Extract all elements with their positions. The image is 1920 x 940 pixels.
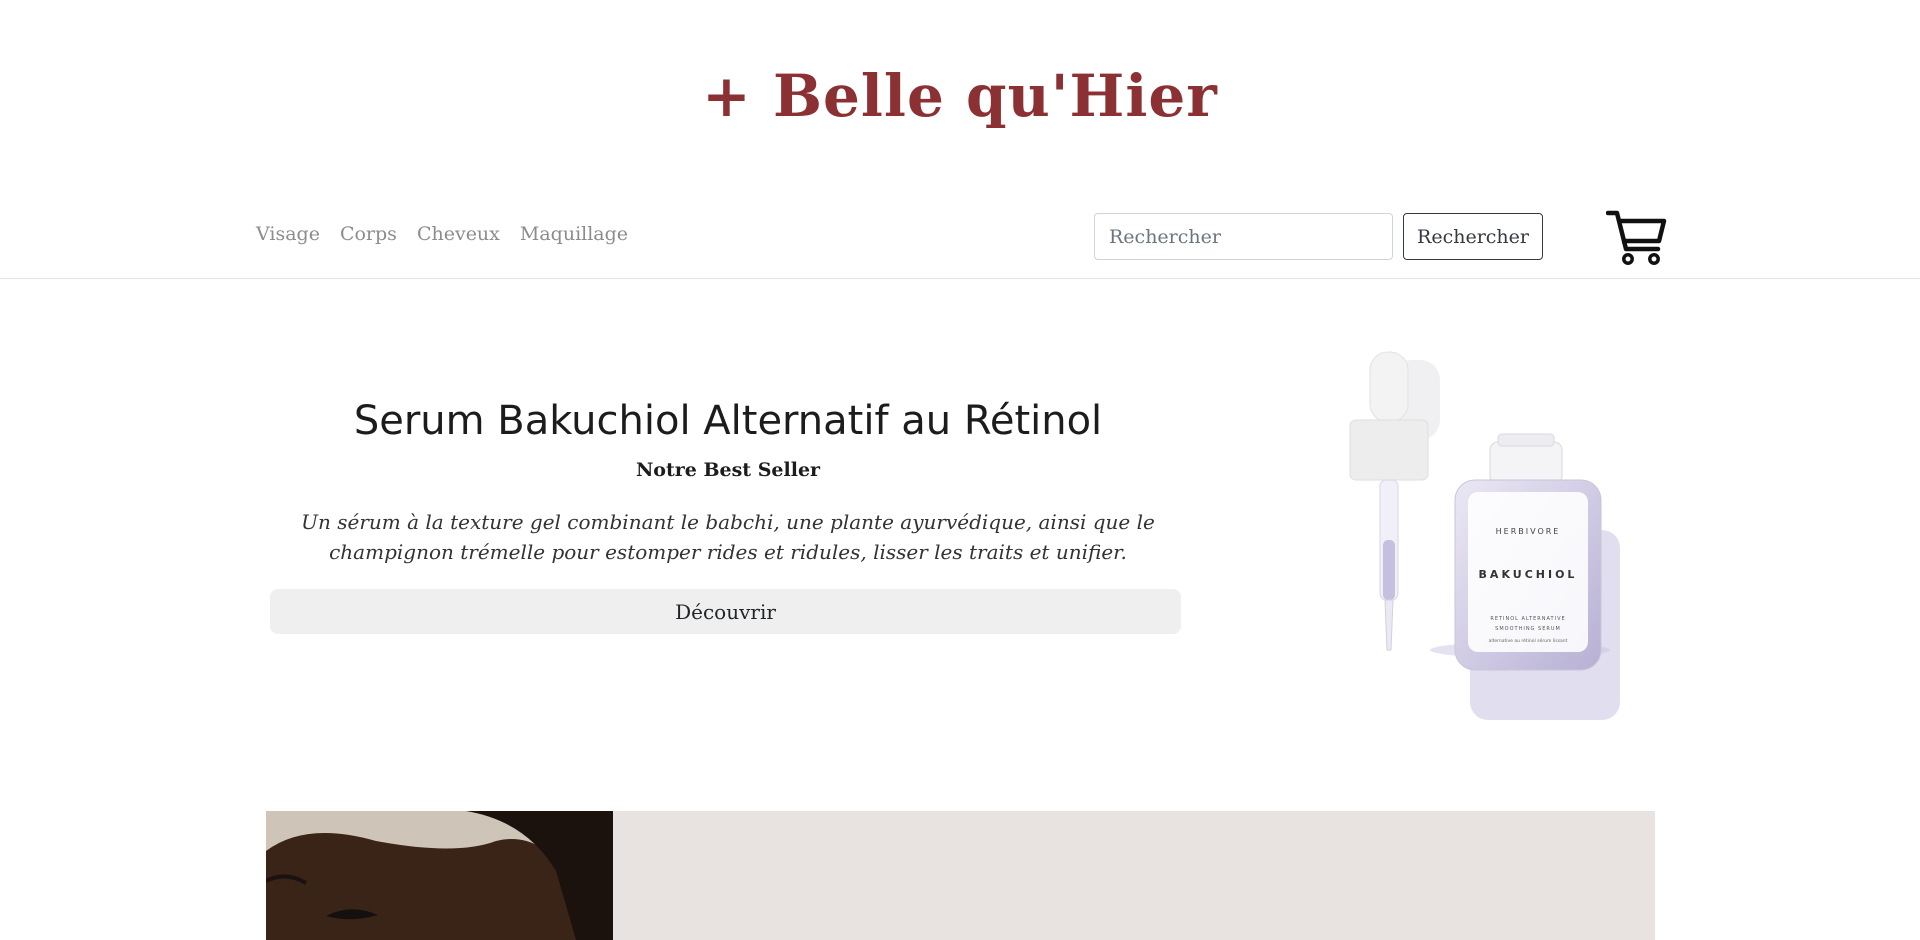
bottle-name: BAKUCHIOL xyxy=(1479,568,1578,581)
product-image: HERBIVORE BAKUCHIOL RETINOL ALTERNATIVE … xyxy=(1330,350,1650,720)
hero-description: Un sérum à la texture gel combinant le b… xyxy=(301,510,1155,564)
navbar: Visage Corps Cheveux Maquillage Recherch… xyxy=(0,205,1920,279)
search-input[interactable] xyxy=(1094,213,1393,260)
bottle-line-2: SMOOTHING SERUM xyxy=(1495,626,1561,632)
bottle-brand: HERBIVORE xyxy=(1496,527,1561,536)
promo-panel xyxy=(613,811,1655,940)
promo-model-photo xyxy=(266,811,613,940)
hero-subtitle: Notre Best Seller xyxy=(635,459,821,481)
nav-item-maquillage[interactable]: Maquillage xyxy=(520,223,628,245)
nav-item-corps[interactable]: Corps xyxy=(340,223,397,245)
search-button[interactable]: Rechercher xyxy=(1403,213,1543,260)
discover-button[interactable]: Découvrir xyxy=(270,589,1181,634)
nav-links: Visage Corps Cheveux Maquillage xyxy=(256,223,628,245)
bottle-line-3: alternative au rétinol sérum lissant xyxy=(1489,637,1568,644)
nav-item-cheveux[interactable]: Cheveux xyxy=(417,223,500,245)
bottle-line-1: RETINOL ALTERNATIVE xyxy=(1490,616,1565,622)
brand-logo[interactable]: + Belle qu'Hier xyxy=(0,62,1920,130)
shopping-cart-icon[interactable] xyxy=(1605,209,1668,267)
nav-item-visage[interactable]: Visage xyxy=(256,223,320,245)
hero-title: Serum Bakuchiol Alternatif au Rétinol xyxy=(353,398,1103,444)
